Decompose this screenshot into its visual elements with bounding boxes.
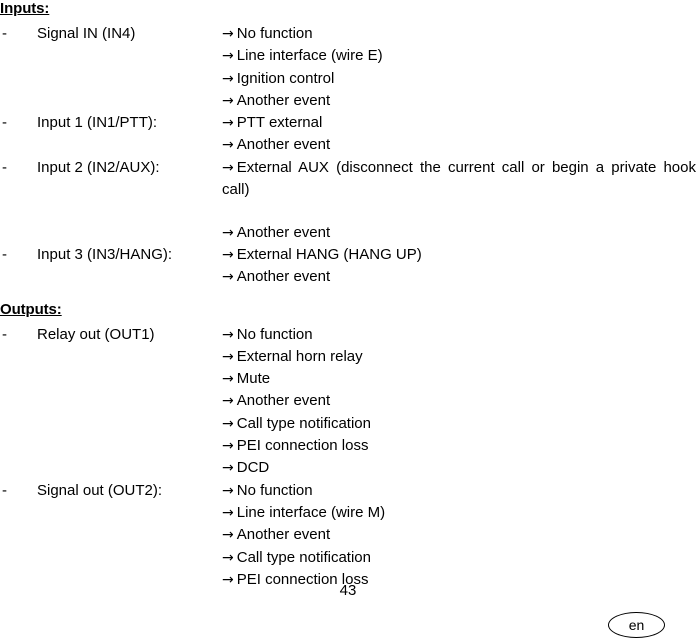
- value-text: Another event: [236, 136, 331, 154]
- value-line: → Another event: [222, 390, 696, 412]
- entry-signal-in-in4: - Signal IN (IN4) → No function → Line int…: [0, 23, 696, 112]
- value-line: → Another event: [222, 524, 696, 546]
- value-line: → Another event: [222, 222, 696, 244]
- value-line: → External horn relay: [222, 346, 696, 368]
- value-text: Ignition control: [236, 69, 335, 87]
- entry-input-3-in3-hang: - Input 3 (IN3/HANG): → External HANG (HA…: [0, 244, 696, 289]
- section-outputs: Outputs: - Relay out (OUT1) → No function…: [0, 301, 696, 592]
- page-number: 43: [339, 582, 357, 599]
- page-content: Inputs: - Signal IN (IN4) → No function →…: [0, 0, 696, 591]
- value-line: → Another event: [222, 90, 696, 112]
- value-line: → Line interface (wire E): [222, 45, 696, 67]
- arrow-icon: →: [222, 70, 234, 87]
- entry-label: Relay out (OUT1): [37, 325, 155, 343]
- arrow-icon: →: [222, 92, 234, 109]
- arrow-icon: →: [222, 137, 234, 154]
- value-text: No function: [236, 481, 313, 499]
- entry-signal-out-out2: - Signal out (OUT2): → No function → Line …: [0, 480, 696, 591]
- section-inputs: Inputs: - Signal IN (IN4) → No function →…: [0, 0, 696, 289]
- entry-relay-out-out1: - Relay out (OUT1) → No function → Externa…: [0, 324, 696, 480]
- bullet-marker: -: [2, 25, 7, 42]
- entry-label: Input 2 (IN2/AUX):: [37, 158, 160, 176]
- arrow-icon: →: [222, 348, 234, 365]
- value-text: Another event: [236, 91, 331, 109]
- bullet-marker: -: [2, 245, 7, 263]
- value-line: → Another event: [222, 134, 696, 156]
- value-line: → External HANG (HANG UP): [222, 244, 696, 266]
- entry-input-1-in1-ptt: - Input 1 (IN1/PTT): → PTT external → Anot…: [0, 112, 696, 157]
- section-heading-outputs: Outputs:: [0, 300, 62, 318]
- language-badge: en: [608, 612, 665, 638]
- entry-values: → No function → External horn relay → Mute …: [222, 324, 696, 480]
- arrow-icon: →: [222, 224, 234, 241]
- value-line: → No function: [222, 480, 696, 502]
- entry-values: → No function → Line interface (wire M) → A…: [222, 480, 696, 591]
- value-line: → Mute: [222, 368, 696, 390]
- value-text: DCD: [236, 459, 270, 477]
- arrow-icon: →: [222, 438, 234, 455]
- value-text: External AUX (disconnect the current cal…: [222, 158, 696, 199]
- value-text: Mute: [236, 370, 271, 388]
- value-text: External HANG (HANG UP): [236, 245, 422, 263]
- arrow-icon: →: [222, 393, 234, 410]
- arrow-icon: →: [222, 527, 234, 544]
- value-text: Another event: [236, 526, 331, 544]
- arrow-icon: →: [222, 246, 234, 263]
- value-text: Call type notification: [236, 548, 371, 566]
- value-text: Another event: [236, 268, 331, 286]
- value-line: → PTT external: [222, 112, 696, 134]
- arrow-icon: →: [222, 549, 234, 566]
- value-text: Another event: [236, 392, 331, 410]
- arrow-icon: →: [222, 26, 234, 42]
- value-line: → Call type notification: [222, 413, 696, 435]
- arrow-icon: →: [222, 269, 234, 286]
- entry-label: Input 1 (IN1/PTT):: [37, 114, 158, 132]
- value-text: PTT external: [236, 114, 323, 132]
- arrow-icon: →: [222, 326, 234, 343]
- value-text: PEI connection loss: [236, 437, 369, 455]
- arrow-icon: →: [222, 115, 234, 132]
- value-text: Line interface (wire E): [236, 47, 383, 65]
- value-text: Another event: [236, 223, 331, 241]
- entry-label: Signal IN (IN4): [37, 25, 136, 42]
- page-footer: 43 en: [0, 582, 696, 638]
- value-line: → PEI connection loss: [222, 435, 696, 457]
- document-page: Inputs: - Signal IN (IN4) → No function →…: [0, 0, 696, 638]
- value-line: → External AUX (disconnect the current ca…: [222, 157, 696, 222]
- value-line: → Call type notification: [222, 547, 696, 569]
- arrow-icon: →: [222, 482, 234, 499]
- value-text: No function: [236, 25, 313, 42]
- entry-values: → External HANG (HANG UP) → Another event: [222, 244, 696, 289]
- value-text: Call type notification: [236, 414, 371, 432]
- value-line: → Another event: [222, 266, 696, 288]
- arrow-icon: →: [222, 159, 234, 176]
- arrow-icon: →: [222, 371, 234, 388]
- value-text: Line interface (wire M): [236, 503, 386, 521]
- section-heading-inputs: Inputs:: [0, 0, 50, 17]
- bullet-marker: -: [2, 481, 7, 499]
- value-text: No function: [236, 325, 313, 343]
- arrow-icon: →: [222, 460, 234, 477]
- value-line: → Line interface (wire M): [222, 502, 696, 524]
- entry-values: → No function → Line interface (wire E) → I…: [222, 23, 696, 112]
- value-line: → DCD: [222, 457, 696, 479]
- value-text: External horn relay: [236, 347, 363, 365]
- language-badge-label: en: [628, 617, 645, 633]
- arrow-icon: →: [222, 504, 234, 521]
- entry-label: Input 3 (IN3/HANG):: [37, 245, 173, 263]
- arrow-icon: →: [222, 48, 234, 65]
- bullet-marker: -: [2, 158, 7, 176]
- value-line: → Ignition control: [222, 68, 696, 90]
- value-line: → No function: [222, 324, 696, 346]
- entry-values: → PTT external → Another event: [222, 112, 696, 157]
- entry-input-2-in2-aux: - Input 2 (IN2/AUX): → External AUX (disc…: [0, 157, 696, 244]
- arrow-icon: →: [222, 415, 234, 432]
- bullet-marker: -: [2, 114, 7, 132]
- value-line: → No function: [222, 23, 696, 45]
- bullet-marker: -: [2, 325, 7, 343]
- entry-values: → External AUX (disconnect the current ca…: [222, 157, 696, 244]
- entry-label: Signal out (OUT2):: [37, 481, 163, 499]
